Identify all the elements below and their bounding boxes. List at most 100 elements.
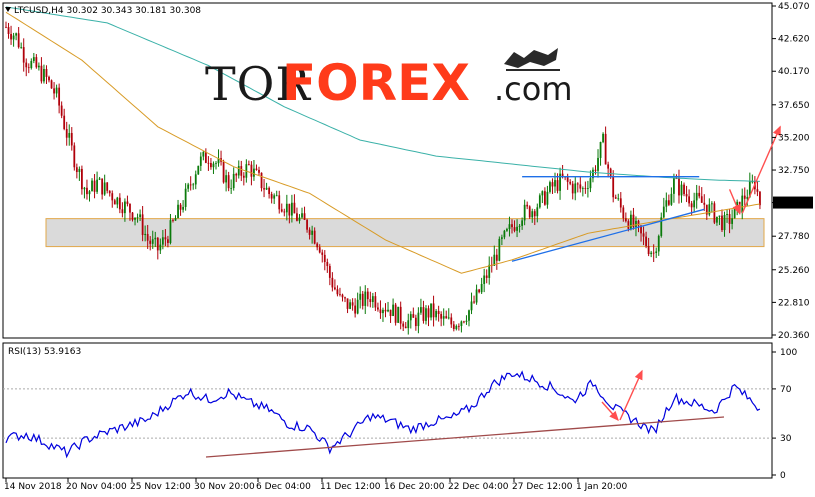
candle-body	[169, 220, 172, 243]
candle-body	[642, 233, 645, 237]
candle-body	[96, 179, 98, 192]
candle-body	[285, 203, 288, 213]
candle-body	[546, 191, 549, 205]
candle-body	[316, 243, 319, 248]
candle-body	[554, 180, 556, 187]
candle-body	[126, 201, 129, 204]
candle-body	[589, 178, 592, 189]
candle-body	[678, 178, 680, 196]
price-tick-label: 35.200	[778, 133, 810, 143]
candle-body	[187, 184, 190, 189]
price-tick-label: 25.260	[778, 266, 810, 276]
candle-body	[556, 180, 559, 191]
candle-body	[111, 193, 114, 201]
candle-body	[174, 218, 177, 221]
candle-body	[513, 227, 516, 231]
candle-body	[63, 115, 66, 130]
candle-body	[60, 105, 63, 116]
candle-body	[346, 298, 349, 309]
candle-body	[12, 35, 15, 40]
candle-body	[204, 151, 207, 163]
candle-body	[293, 202, 296, 214]
candle-body	[331, 277, 334, 288]
candle-body	[177, 204, 179, 219]
candle-body	[108, 190, 111, 194]
candle-body	[37, 65, 40, 68]
candle-body	[460, 321, 463, 327]
candle-body	[141, 214, 144, 236]
candle-body	[713, 203, 716, 223]
candle-body	[359, 293, 362, 300]
candle-body	[617, 198, 620, 200]
candle-body	[695, 192, 698, 201]
candle-body	[101, 178, 104, 195]
candle-body	[698, 192, 701, 197]
candle-body	[597, 157, 599, 171]
candle-body	[131, 212, 134, 220]
candle-body	[384, 309, 387, 312]
logo-com-text: .com	[494, 70, 573, 108]
rsi-tick-label: 0	[780, 471, 786, 481]
candle-body	[422, 307, 425, 321]
candle-body	[581, 188, 584, 189]
candle-body	[394, 304, 397, 323]
candle-body	[156, 237, 159, 251]
candle-body	[685, 194, 688, 197]
candle-body	[55, 87, 58, 94]
candle-body	[106, 182, 109, 191]
candle-body	[425, 308, 427, 321]
time-tick-label: 25 Nov 12:00	[130, 482, 191, 492]
candle-body	[164, 237, 167, 240]
candle-body	[32, 57, 35, 61]
candle-body	[93, 180, 96, 192]
candle-body	[247, 164, 250, 165]
chart-canvas: 45.070 42.620 40.170 37.650 35.200 32.750 27.7…	[2, 2, 813, 492]
candle-body	[253, 168, 255, 177]
candle-body	[351, 302, 354, 306]
candle-body	[230, 188, 233, 189]
candle-body	[733, 208, 736, 219]
candle-body	[574, 183, 577, 194]
candle-body	[723, 215, 726, 231]
candle-body	[118, 197, 121, 210]
candle-body	[404, 326, 407, 329]
candle-body	[718, 215, 721, 217]
rsi-header: RSI(13) 53.9163	[8, 347, 81, 357]
candle-body	[455, 325, 458, 330]
candle-body	[602, 133, 604, 143]
candle-body	[237, 166, 240, 176]
candle-body	[10, 34, 12, 40]
candle-body	[250, 164, 253, 177]
candle-body	[134, 217, 136, 220]
candle-body	[432, 303, 435, 318]
candle-body	[146, 233, 149, 241]
candle-body	[377, 307, 379, 310]
candle-body	[339, 294, 341, 296]
candle-body	[450, 317, 453, 325]
candle-body	[189, 184, 192, 186]
torforex-logo: TORFOREX .com	[205, 48, 573, 112]
candle-body	[27, 67, 30, 69]
candle-body	[268, 187, 271, 195]
candle-body	[258, 169, 260, 173]
candle-body	[139, 214, 141, 218]
candle-body	[121, 209, 124, 214]
candle-body	[579, 184, 582, 189]
candle-body	[528, 206, 531, 218]
candle-body	[523, 204, 526, 221]
candle-body	[473, 301, 475, 303]
candle-body	[402, 323, 405, 327]
candle-body	[516, 226, 518, 231]
candle-body	[40, 65, 43, 82]
candle-body	[81, 168, 83, 190]
candle-body	[483, 275, 486, 284]
candle-body	[612, 175, 615, 198]
candle-body	[369, 299, 372, 303]
candle-body	[288, 203, 291, 216]
candle-body	[366, 291, 369, 300]
candle-body	[414, 317, 417, 327]
candle-body	[184, 188, 187, 207]
candle-body	[409, 314, 412, 321]
candle-body	[452, 324, 455, 330]
candle-body	[508, 224, 511, 230]
